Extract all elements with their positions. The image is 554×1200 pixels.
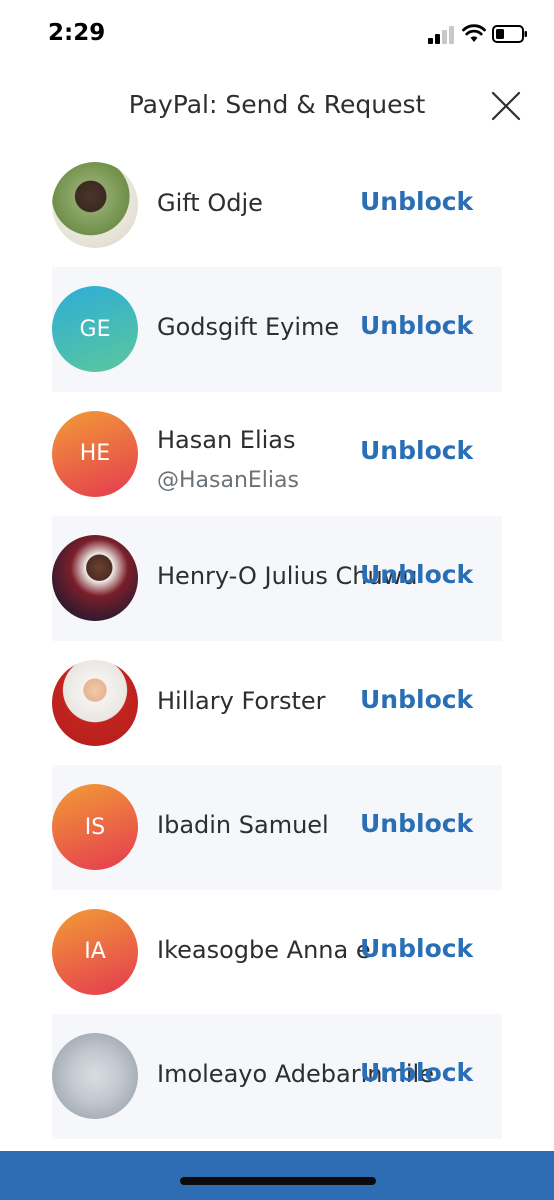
header: PayPal: Send & Request [0,70,554,145]
unblock-button[interactable]: Unblock [360,1058,473,1087]
avatar-initials: IA [84,939,106,964]
status-time: 2:29 [48,20,106,46]
unblock-button[interactable]: Unblock [360,560,473,589]
home-indicator[interactable] [180,1177,376,1185]
list-item: IS Ibadin Samuel Unblock [52,765,502,890]
avatar-initials: HE [79,441,111,466]
unblock-button[interactable]: Unblock [360,311,473,340]
avatar: IS [52,784,138,870]
contact-name: Hillary Forster [157,686,326,715]
unblock-button[interactable]: Unblock [360,685,473,714]
avatar: GE [52,286,138,372]
contact-name: Ikeasogbe Anna e [157,935,371,964]
contact-name: Godsgift Eyime [157,313,340,341]
avatar: IA [52,908,138,995]
bottom-bar [0,1151,554,1200]
avatar-initials: GE [79,316,111,342]
list-item: IA Ikeasogbe Anna e Unblock [52,890,502,1015]
list-item: Gift Odje Unblock [52,145,502,267]
contact-name: Hasan Elias [157,425,296,454]
avatar [52,161,138,248]
unblock-button[interactable]: Unblock [360,187,473,216]
page-title: PayPal: Send & Request [128,90,426,119]
avatar [52,535,138,621]
contact-name: Gift Odje [157,188,263,217]
list-item: HE Hasan Elias @HasanElias Unblock [52,392,502,517]
avatar [52,659,138,746]
status-bar: 2:29 [0,0,554,70]
avatar-initials: IS [84,814,106,840]
unblock-button[interactable]: Unblock [360,436,473,465]
avatar [52,1033,138,1119]
list-item: Henry-O Julius Chuwu Unblock [52,516,502,641]
list-item: GE Godsgift Eyime Unblock [52,267,502,392]
list-item: Hillary Forster Unblock [52,641,502,766]
unblock-button[interactable]: Unblock [360,934,473,963]
list-item: Imoleayo Adebarinmile Unblock [52,1014,502,1139]
contact-handle: @HasanElias [157,467,299,493]
blocked-contacts-list[interactable]: Gift Odje Unblock GE Godsgift Eyime Unbl… [0,145,554,1151]
battery-icon [492,25,527,43]
unblock-button[interactable]: Unblock [360,809,473,838]
wifi-icon [462,24,486,42]
cellular-signal-icon [428,26,458,44]
close-icon[interactable] [488,88,524,124]
contact-name: Ibadin Samuel [157,811,329,839]
avatar: HE [52,410,138,497]
